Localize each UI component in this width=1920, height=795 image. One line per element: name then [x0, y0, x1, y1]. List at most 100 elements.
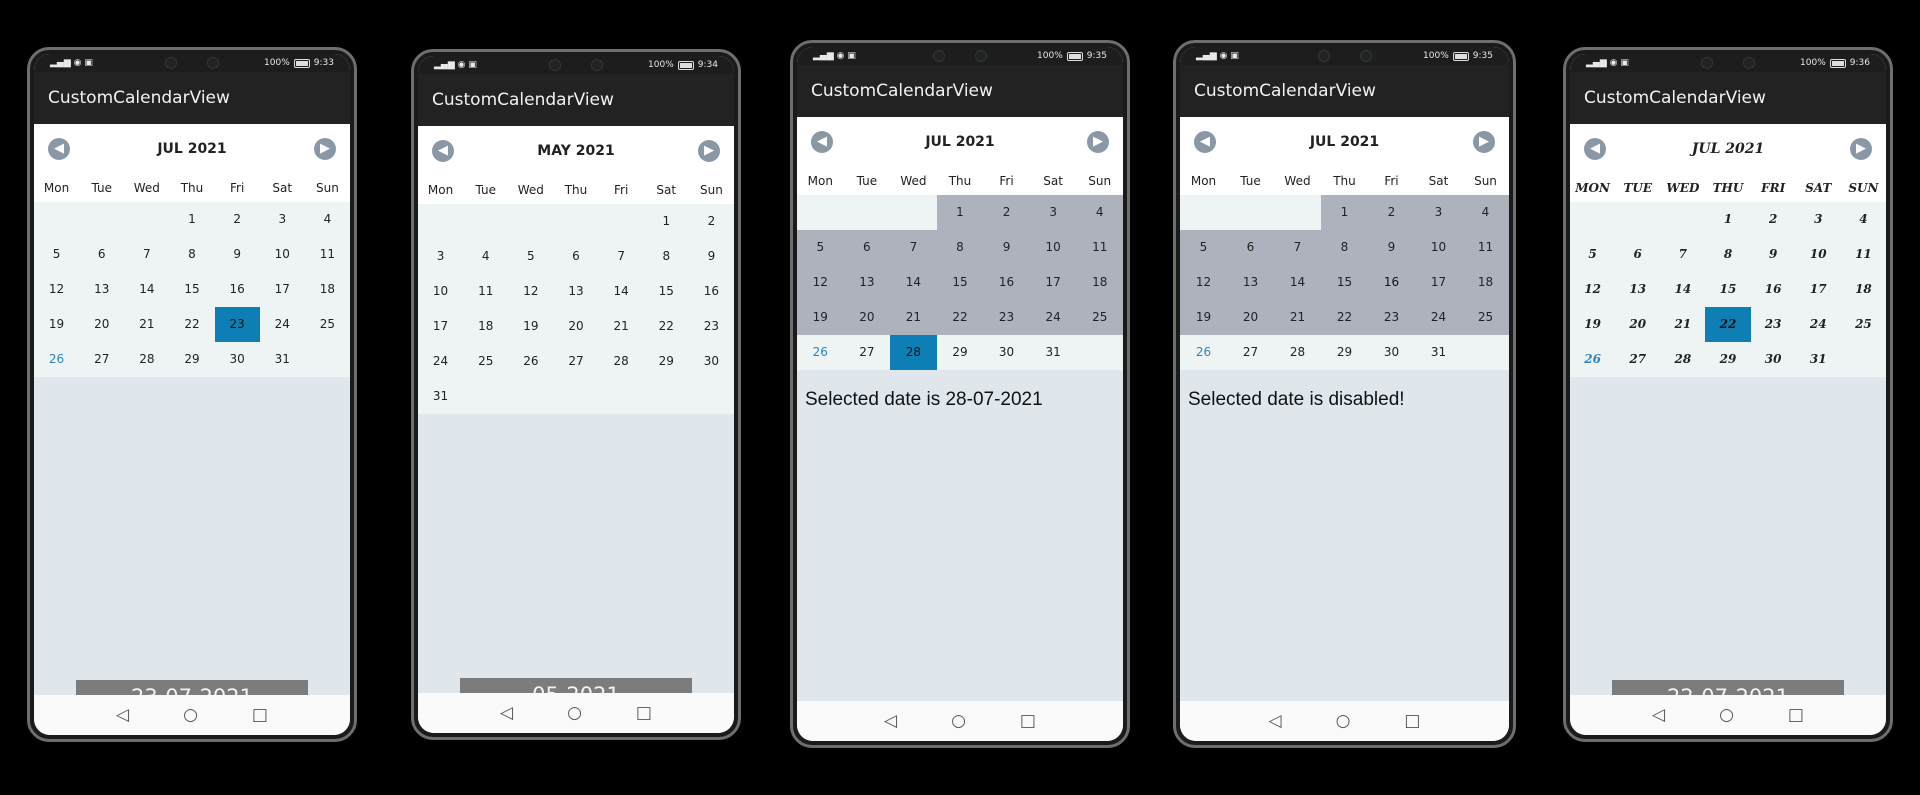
day-cell-selected[interactable]: 23: [214, 307, 260, 342]
day-cell[interactable]: 19: [34, 307, 79, 342]
day-cell[interactable]: 28: [599, 344, 644, 379]
next-month-button[interactable]: ▶: [698, 140, 720, 162]
day-cell[interactable]: 4: [463, 239, 508, 274]
day-cell[interactable]: 8: [936, 230, 984, 265]
day-cell[interactable]: 20: [79, 307, 124, 342]
day-cell[interactable]: 3: [260, 202, 305, 237]
day-cell[interactable]: 9: [689, 239, 734, 274]
day-cell[interactable]: 25: [1076, 300, 1123, 335]
day-cell[interactable]: 7: [124, 237, 169, 272]
day-cell[interactable]: 8: [644, 239, 689, 274]
day-cell[interactable]: 17: [418, 309, 463, 344]
day-cell[interactable]: 5: [797, 230, 844, 265]
day-cell[interactable]: 15: [1321, 265, 1368, 300]
triangle-back-icon[interactable]: ◁: [500, 703, 513, 723]
day-cell[interactable]: 7: [1660, 237, 1705, 272]
day-cell[interactable]: 10: [1796, 237, 1841, 272]
day-cell[interactable]: 24: [1029, 300, 1077, 335]
day-cell-selected[interactable]: 22: [1705, 307, 1751, 342]
day-cell[interactable]: 13: [553, 274, 598, 309]
day-cell[interactable]: 27: [79, 342, 124, 377]
day-cell-selected[interactable]: 16: [1368, 265, 1415, 300]
day-cell[interactable]: 20: [843, 300, 891, 335]
day-cell[interactable]: 19: [797, 300, 844, 335]
circle-home-icon[interactable]: ○: [951, 711, 966, 731]
day-cell[interactable]: 7: [599, 239, 644, 274]
day-cell[interactable]: 24: [1415, 300, 1462, 335]
day-cell[interactable]: 25: [305, 307, 350, 342]
day-cell[interactable]: 6: [1227, 230, 1274, 265]
day-cell[interactable]: 6: [79, 237, 124, 272]
day-cell[interactable]: 22: [644, 309, 689, 344]
day-cell[interactable]: 31: [1030, 335, 1077, 370]
day-cell[interactable]: 15: [169, 272, 214, 307]
day-cell[interactable]: 28: [1660, 342, 1705, 377]
day-cell[interactable]: 12: [797, 265, 844, 300]
day-cell[interactable]: 28: [1274, 335, 1321, 370]
day-cell[interactable]: 10: [1029, 230, 1077, 265]
day-cell[interactable]: 15: [644, 274, 689, 309]
day-cell[interactable]: 31: [418, 379, 463, 414]
day-cell[interactable]: 27: [1615, 342, 1660, 377]
day-cell[interactable]: 1: [1705, 202, 1750, 237]
day-cell[interactable]: 12: [1180, 265, 1227, 300]
circle-home-icon[interactable]: ○: [1719, 705, 1734, 725]
day-cell[interactable]: 12: [1570, 272, 1615, 307]
day-cell[interactable]: 17: [260, 272, 305, 307]
day-cell[interactable]: 26: [1570, 342, 1615, 377]
day-cell[interactable]: 8: [1705, 237, 1750, 272]
circle-home-icon[interactable]: ○: [567, 703, 582, 723]
day-cell[interactable]: 16: [689, 274, 734, 309]
day-cell[interactable]: 17: [1029, 265, 1077, 300]
day-cell[interactable]: 1: [936, 195, 984, 230]
day-cell[interactable]: 29: [937, 335, 984, 370]
day-cell[interactable]: 19: [1570, 307, 1615, 342]
day-cell[interactable]: 1: [644, 204, 689, 239]
day-cell[interactable]: 25: [463, 344, 508, 379]
day-cell[interactable]: 21: [890, 300, 937, 335]
day-cell[interactable]: 9: [215, 237, 260, 272]
prev-month-button[interactable]: ◀: [1194, 131, 1216, 153]
day-cell[interactable]: 26: [797, 335, 844, 370]
day-cell[interactable]: 6: [843, 230, 891, 265]
day-cell[interactable]: 13: [1227, 265, 1274, 300]
day-cell[interactable]: 11: [1841, 237, 1886, 272]
prev-month-button[interactable]: ◀: [432, 140, 454, 162]
day-cell[interactable]: 12: [34, 272, 79, 307]
day-cell[interactable]: 7: [890, 230, 937, 265]
triangle-back-icon[interactable]: ◁: [1652, 705, 1665, 725]
day-cell[interactable]: 19: [508, 309, 553, 344]
day-cell[interactable]: 14: [124, 272, 169, 307]
day-cell[interactable]: 4: [305, 202, 350, 237]
day-cell[interactable]: 6: [553, 239, 598, 274]
day-cell[interactable]: 29: [644, 344, 689, 379]
day-cell[interactable]: 14: [1660, 272, 1705, 307]
day-cell[interactable]: 14: [1274, 265, 1321, 300]
day-cell[interactable]: 15: [936, 265, 984, 300]
day-cell[interactable]: 2: [215, 202, 260, 237]
day-cell[interactable]: 5: [508, 239, 553, 274]
day-cell[interactable]: 30: [1368, 335, 1415, 370]
day-cell[interactable]: 23: [1751, 307, 1796, 342]
square-recent-icon[interactable]: □: [252, 705, 268, 725]
day-cell[interactable]: 13: [1615, 272, 1660, 307]
next-month-button[interactable]: ▶: [314, 138, 336, 160]
day-cell[interactable]: 18: [305, 272, 350, 307]
day-cell[interactable]: 15: [1705, 272, 1750, 307]
day-cell[interactable]: 25: [1462, 300, 1509, 335]
next-month-button[interactable]: ▶: [1473, 131, 1495, 153]
square-recent-icon[interactable]: □: [1404, 711, 1420, 731]
day-cell[interactable]: 7: [1274, 230, 1321, 265]
day-cell[interactable]: 21: [124, 307, 169, 342]
circle-home-icon[interactable]: ○: [1336, 711, 1351, 731]
day-cell[interactable]: 17: [1415, 265, 1462, 300]
day-cell[interactable]: 13: [79, 272, 124, 307]
day-cell[interactable]: 8: [1321, 230, 1368, 265]
day-cell[interactable]: 25: [1841, 307, 1886, 342]
day-cell[interactable]: 16: [215, 272, 260, 307]
day-cell[interactable]: 9: [1368, 230, 1415, 265]
day-cell[interactable]: 23: [983, 300, 1030, 335]
day-cell[interactable]: 5: [1570, 237, 1615, 272]
day-cell[interactable]: 11: [1076, 230, 1123, 265]
day-cell[interactable]: 22: [936, 300, 984, 335]
